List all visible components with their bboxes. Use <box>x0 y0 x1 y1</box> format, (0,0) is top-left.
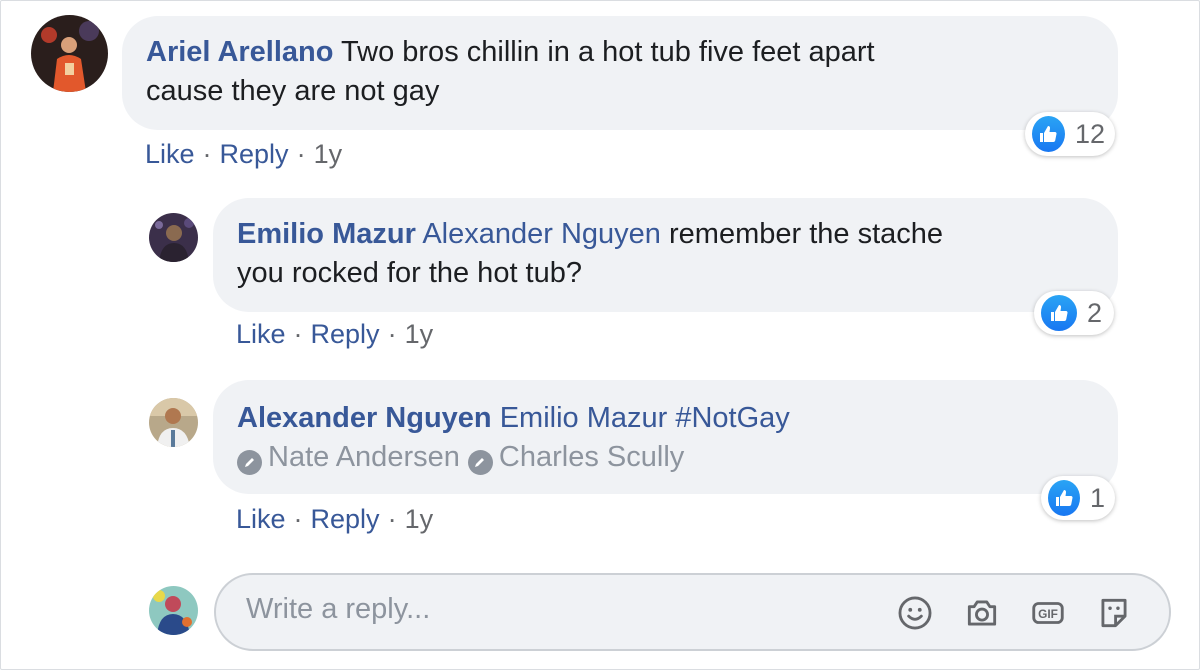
separator: · <box>387 319 397 349</box>
tagged-user-name: Nate Andersen <box>268 441 460 473</box>
tagged-user[interactable]: Charles Scully <box>467 441 685 475</box>
timestamp[interactable]: 1y <box>314 139 343 170</box>
comment-actions: Like · Reply · 1y <box>145 139 342 170</box>
separator: · <box>296 139 306 169</box>
reply-link[interactable]: Reply <box>311 319 380 350</box>
mention-link[interactable]: Emilio Mazur <box>500 402 668 434</box>
comment-bubble: Ariel Arellano Two bros chillin in a hot… <box>122 16 1118 130</box>
comment-text: Two bros chillin in a hot tub five feet … <box>341 36 875 68</box>
reply-composer[interactable]: Write a reply... GIF <box>214 573 1171 651</box>
sticker-icon[interactable] <box>1094 593 1134 633</box>
reaction-summary[interactable]: 2 <box>1034 291 1114 335</box>
like-link[interactable]: Like <box>145 139 195 170</box>
comment-actions: Like · Reply · 1y <box>236 504 433 535</box>
comment-text-line2: cause they are not gay <box>146 75 440 107</box>
tagged-user-name: Charles Scully <box>498 441 685 473</box>
reaction-count: 2 <box>1087 297 1103 328</box>
reaction-summary[interactable]: 1 <box>1041 476 1115 520</box>
separator: · <box>387 504 397 534</box>
separator: · <box>293 504 303 534</box>
timestamp[interactable]: 1y <box>405 504 434 535</box>
emoji-icon[interactable] <box>895 593 935 633</box>
tagged-user[interactable]: Nate Andersen <box>237 441 468 475</box>
reply-bubble: Emilio Mazur Alexander Nguyen remember t… <box>213 198 1118 312</box>
separator: · <box>202 139 212 169</box>
avatar-current-user <box>149 586 198 635</box>
svg-text:GIF: GIF <box>1038 607 1058 621</box>
pencil-icon <box>237 449 262 475</box>
timestamp[interactable]: 1y <box>405 319 434 350</box>
reaction-summary[interactable]: 12 <box>1025 112 1115 156</box>
reaction-count: 12 <box>1074 118 1105 149</box>
like-reaction-icon <box>1030 114 1067 154</box>
comment-author[interactable]: Alexander Nguyen <box>237 402 492 434</box>
like-link[interactable]: Like <box>236 504 286 535</box>
avatar-emilio[interactable] <box>149 213 198 262</box>
reaction-count: 1 <box>1089 482 1105 513</box>
pencil-icon <box>467 449 493 475</box>
mention-link[interactable]: Alexander Nguyen <box>422 218 661 250</box>
separator: · <box>293 319 303 349</box>
like-reaction-icon <box>1039 293 1079 333</box>
hashtag-link[interactable]: #NotGay <box>675 402 789 434</box>
comment-text: remember the stache <box>669 218 944 250</box>
comment-actions: Like · Reply · 1y <box>236 319 433 350</box>
comment-text-line2: you rocked for the hot tub? <box>237 257 582 289</box>
like-link[interactable]: Like <box>236 319 286 350</box>
reply-input[interactable]: Write a reply... <box>246 593 430 626</box>
avatar-ariel[interactable] <box>31 15 108 92</box>
comment-author[interactable]: Ariel Arellano <box>146 36 333 68</box>
comment-author[interactable]: Emilio Mazur <box>237 218 416 250</box>
reply-bubble: Alexander Nguyen Emilio Mazur #NotGay Na… <box>213 380 1118 494</box>
reply-link[interactable]: Reply <box>220 139 289 170</box>
camera-icon[interactable] <box>962 593 1002 633</box>
gif-icon[interactable]: GIF <box>1028 593 1068 633</box>
avatar-alexander[interactable] <box>149 398 198 447</box>
reply-link[interactable]: Reply <box>311 504 380 535</box>
like-reaction-icon <box>1046 478 1082 518</box>
